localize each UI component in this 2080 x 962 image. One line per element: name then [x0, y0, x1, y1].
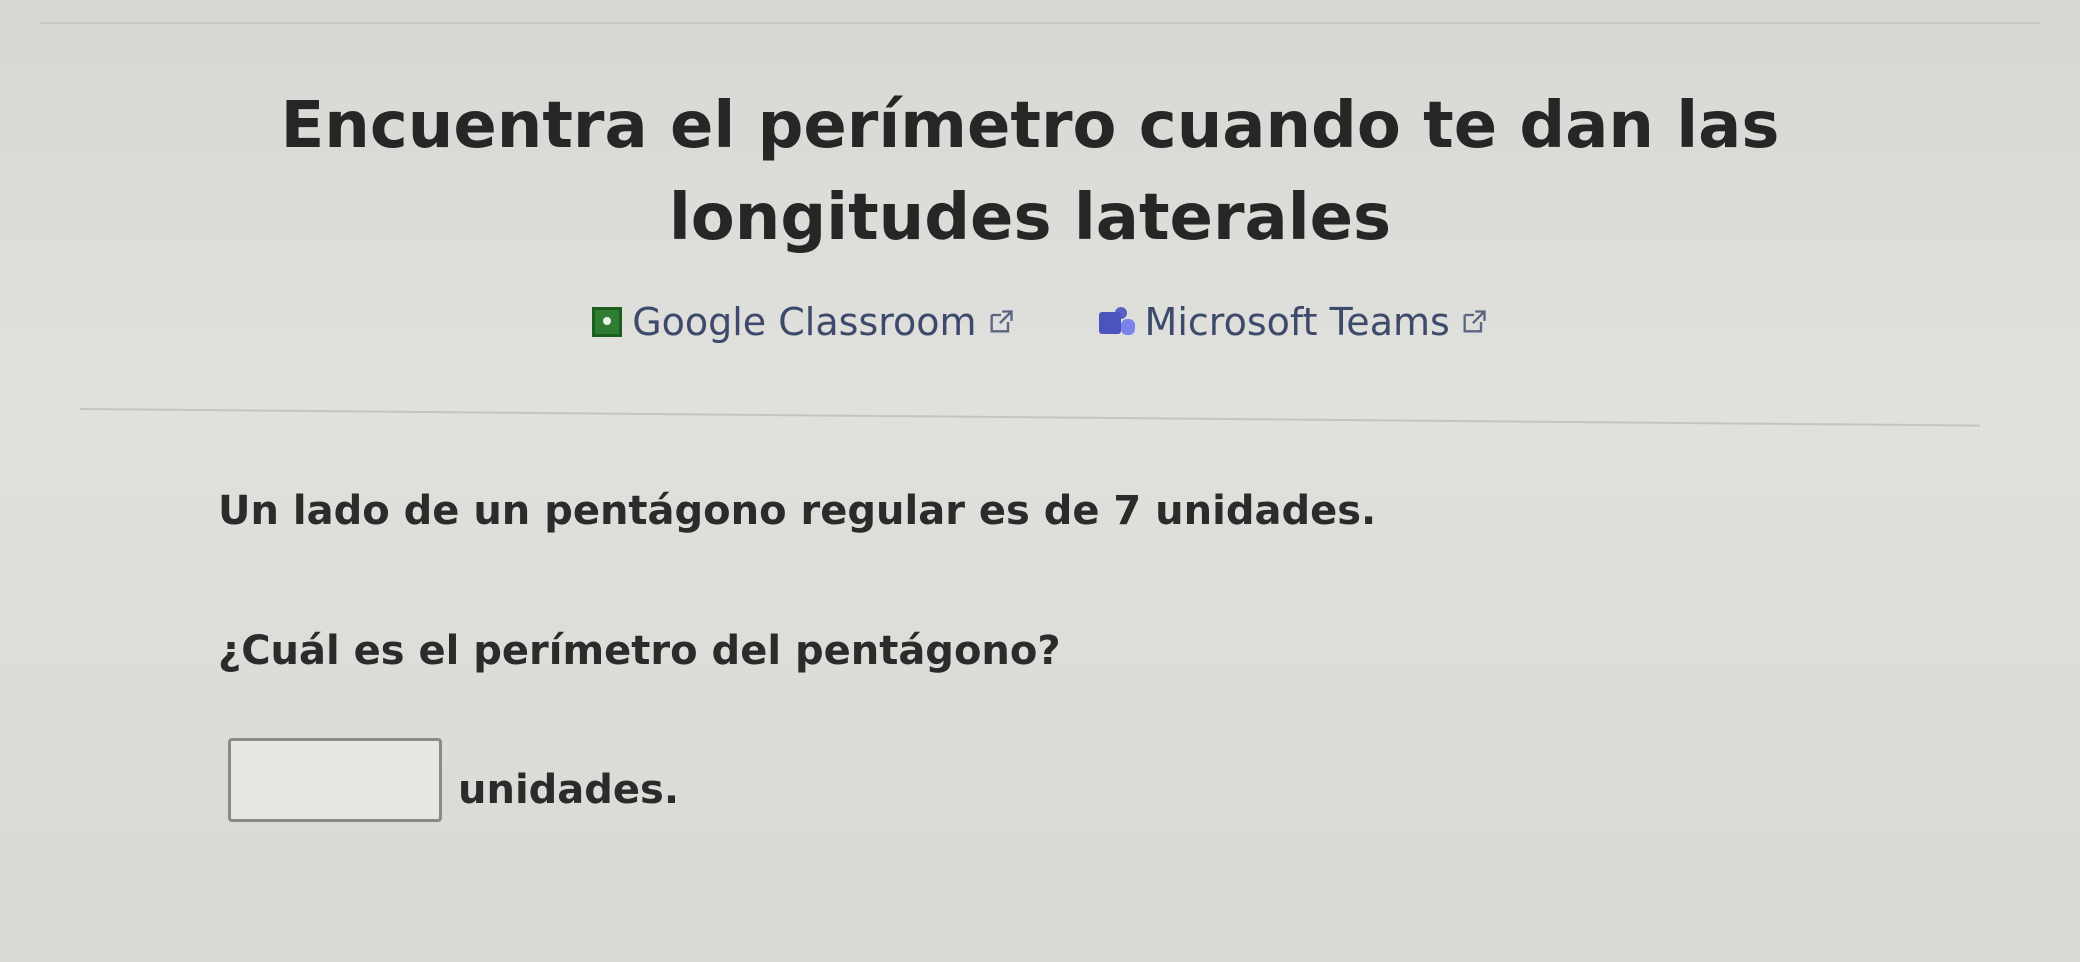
answer-unit-label: unidades. — [458, 767, 680, 813]
answer-input[interactable] — [228, 738, 442, 822]
microsoft-teams-link[interactable]: Microsoft Teams — [1095, 300, 1488, 344]
page-title: Encuentra el perímetro cuando te dan las… — [280, 89, 1780, 255]
google-classroom-label: Google Classroom — [632, 300, 977, 344]
google-classroom-icon — [592, 307, 623, 337]
google-classroom-link[interactable]: Google Classroom — [592, 300, 1014, 344]
microsoft-teams-label: Microsoft Teams — [1144, 300, 1450, 344]
section-divider — [79, 408, 1980, 427]
microsoft-teams-icon — [1095, 307, 1135, 337]
share-bar: Google Classroom Microsoft Teams — [0, 300, 2080, 344]
problem-question: ¿Cuál es el perímetro del pentágono? — [218, 628, 1061, 674]
external-link-icon — [990, 310, 1013, 333]
top-divider — [40, 22, 2040, 24]
problem-statement: Un lado de un pentágono regular es de 7 … — [218, 488, 1377, 534]
external-link-icon — [1463, 310, 1486, 333]
answer-row: unidades. — [228, 738, 679, 822]
